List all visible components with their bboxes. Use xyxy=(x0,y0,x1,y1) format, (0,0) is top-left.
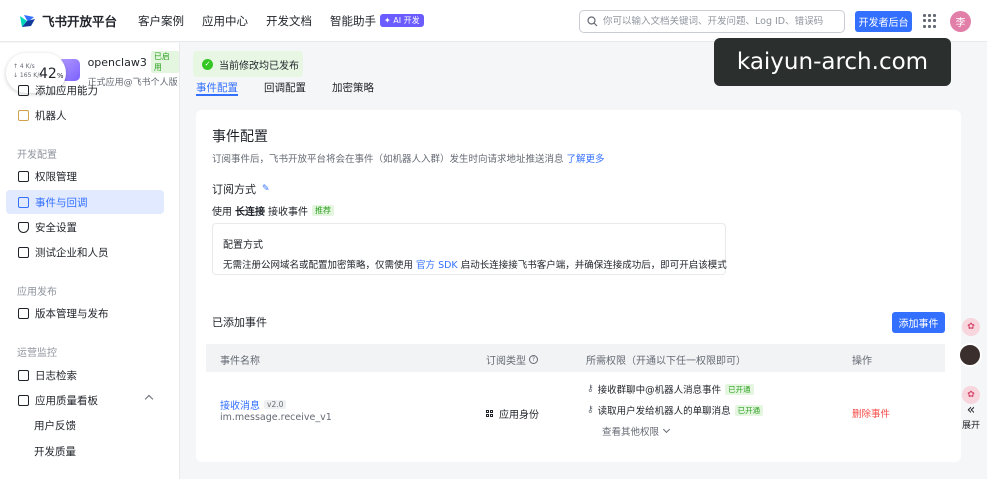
delete-event-button[interactable]: 删除事件 xyxy=(852,406,890,420)
user-avatar[interactable]: 李 xyxy=(950,11,971,32)
config-method-title: 配置方式 xyxy=(223,240,263,251)
col-permissions: 所需权限（开通以下任一权限即可） xyxy=(586,356,746,367)
log-icon xyxy=(18,369,29,381)
search-input[interactable] xyxy=(603,16,833,27)
sidebar-item-dev-quality[interactable]: 开发质量 xyxy=(6,439,164,463)
col-event-name: 事件名称 xyxy=(220,356,260,367)
search-icon xyxy=(587,16,598,27)
config-method-box: 配置方式 无需注册公网域名或配置加密策略，仅需使用 官方 SDK 启动长连接接飞… xyxy=(212,223,727,275)
app-identity-icon xyxy=(486,409,494,418)
sidebar-item-quality-board[interactable]: 应用质量看板 xyxy=(6,388,164,412)
feishu-logo-icon xyxy=(20,14,35,27)
sidebar-item-add-capability[interactable]: 添加应用能力 xyxy=(6,78,164,102)
chevron-down-icon xyxy=(662,425,671,434)
col-actions: 操作 xyxy=(852,356,872,367)
events-table-header: 事件名称 订阅类型? 所需权限（开通以下任一权限即可） 操作 xyxy=(206,344,945,372)
lock-icon xyxy=(18,170,29,182)
sdk-link[interactable]: 官方 SDK xyxy=(416,260,458,271)
sidebar-item-versions[interactable]: 版本管理与发布 xyxy=(6,301,164,325)
tab-callback-config[interactable]: 回调配置 xyxy=(264,80,306,96)
site-watermark: kaiyun-arch.com xyxy=(714,38,951,86)
nav-link-ai-assistant-label: 智能助手 xyxy=(330,13,376,28)
config-tabs: 事件配置 回调配置 加密策略 xyxy=(196,80,400,100)
key-icon: ⚷ xyxy=(587,384,594,394)
flower-icon[interactable]: ✿ xyxy=(962,318,980,336)
shield-icon xyxy=(18,221,29,233)
check-circle-icon: ✓ xyxy=(202,58,213,70)
expand-panel-button[interactable]: « 展开 xyxy=(958,402,984,436)
help-icon[interactable]: ? xyxy=(529,355,538,364)
toast-text: 当前修改均已发布 xyxy=(219,60,299,72)
edit-icon[interactable]: ✎ xyxy=(262,184,271,194)
tab-encryption[interactable]: 加密策略 xyxy=(332,80,374,96)
learn-more-link[interactable]: 了解更多 xyxy=(567,154,605,165)
sidebar: openclaw3 已启用 正式应用@飞书个人版 ↑ 4 K/s ↓ 165 K… xyxy=(0,43,180,479)
upload-speed: ↑ 4 K/s xyxy=(13,63,35,70)
ai-badge: ✦ AI 开发 xyxy=(380,14,424,27)
nav-link-app-center[interactable]: 应用中心 xyxy=(202,13,248,29)
permission-item: ⚷ 读取用户发给机器人的单聊消息 已开通 xyxy=(587,403,764,417)
chart-icon xyxy=(18,394,29,406)
robot-icon xyxy=(18,109,29,121)
nav-link-docs[interactable]: 开发文档 xyxy=(266,13,312,29)
brand[interactable]: 飞书开放平台 xyxy=(18,11,128,30)
nav-link-cases[interactable]: 客户案例 xyxy=(138,13,184,29)
sidebar-group-release: 应用发布 xyxy=(17,287,57,298)
config-method-text: 无需注册公网域名或配置加密策略，仅需使用 官方 SDK 启动长连接接飞书客户端，… xyxy=(223,260,727,271)
sidebar-item-events[interactable]: 事件与回调 xyxy=(6,190,164,214)
version-badge: v2.0 xyxy=(264,400,287,409)
sidebar-item-feedback[interactable]: 用户反馈 xyxy=(6,413,164,437)
permission-status-badge: 已开通 xyxy=(734,404,764,416)
subscribe-method-title: 订阅方式 ✎ xyxy=(212,183,271,196)
apps-grid-icon[interactable] xyxy=(923,14,937,28)
test-icon xyxy=(18,246,29,258)
sidebar-group-ops: 运营监控 xyxy=(17,348,57,359)
col-subscribe-type: 订阅类型? xyxy=(486,352,538,367)
permission-item: ⚷ 接收群聊中@机器人消息事件 已开通 xyxy=(587,382,754,396)
subscribe-mode: 长连接 xyxy=(235,207,265,218)
add-event-button[interactable]: 添加事件 xyxy=(892,312,945,333)
event-name-link[interactable]: 接收消息 v2.0 xyxy=(220,397,287,412)
sidebar-item-security[interactable]: 安全设置 xyxy=(6,215,164,239)
event-subscribe-type: 应用身份 xyxy=(486,406,539,421)
event-icon xyxy=(18,196,29,208)
upload-icon xyxy=(18,307,29,319)
assistant-avatar[interactable] xyxy=(958,343,982,367)
page-title: 事件配置 xyxy=(212,129,268,145)
sidebar-item-logs[interactable]: 日志检索 xyxy=(6,363,164,387)
added-events-title: 已添加事件 xyxy=(212,316,267,329)
puzzle-icon xyxy=(18,84,29,96)
more-permissions-link[interactable]: 查看其他权限 xyxy=(602,424,671,438)
sidebar-item-test-org[interactable]: 测试企业和人员 xyxy=(6,240,164,264)
sidebar-item-permissions[interactable]: 权限管理 xyxy=(6,164,164,188)
sidebar-item-bot[interactable]: 机器人 xyxy=(6,103,164,127)
tab-event-config[interactable]: 事件配置 xyxy=(196,80,238,96)
top-navbar: 飞书开放平台 客户案例 应用中心 开发文档 智能助手 ✦ AI 开发 开发者后台… xyxy=(0,0,987,42)
page-description: 订阅事件后，飞书开放平台将会在事件（如机器人入群）发生时向请求地址推送消息 了解… xyxy=(212,154,605,165)
recommend-badge: 推荐 xyxy=(312,205,334,216)
permission-status-badge: 已开通 xyxy=(725,383,754,395)
event-code: im.message.receive_v1 xyxy=(220,412,332,423)
app-name: openclaw3 xyxy=(87,55,147,69)
nav-links: 客户案例 应用中心 开发文档 智能助手 ✦ AI 开发 xyxy=(138,13,442,29)
chevron-double-left-icon: « xyxy=(966,402,976,418)
event-config-card: 事件配置 订阅事件后，飞书开放平台将会在事件（如机器人入群）发生时向请求地址推送… xyxy=(196,110,961,462)
developer-console-button[interactable]: 开发者后台 xyxy=(855,11,912,32)
nav-link-ai-assistant[interactable]: 智能助手 ✦ AI 开发 xyxy=(330,13,424,29)
expand-label: 展开 xyxy=(961,421,980,431)
subscribe-method-row: 使用 长连接 接收事件 推荐 xyxy=(212,203,334,218)
search-box[interactable] xyxy=(579,10,845,33)
sidebar-group-dev: 开发配置 xyxy=(17,150,57,161)
chevron-up-icon xyxy=(144,394,154,404)
key-icon: ⚷ xyxy=(587,405,594,415)
app-status-badge: 已启用 xyxy=(150,51,179,73)
success-toast: ✓ 当前修改均已发布 xyxy=(193,51,303,77)
brand-name: 飞书开放平台 xyxy=(42,14,118,29)
